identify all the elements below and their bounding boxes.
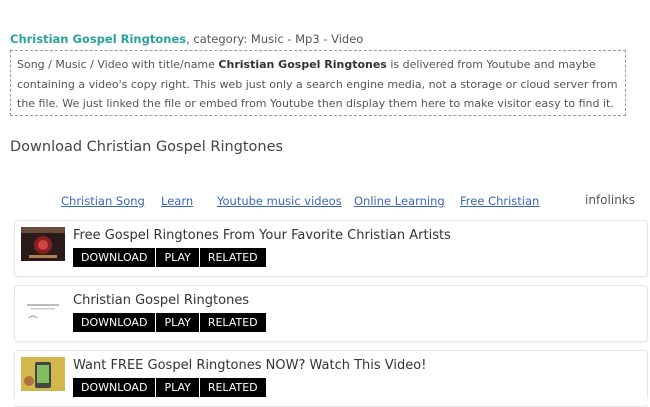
related-button[interactable]: RELATED	[199, 248, 266, 267]
result-card: Free Gospel Ringtones From Your Favorite…	[14, 220, 648, 277]
related-button[interactable]: RELATED	[199, 313, 266, 332]
video-thumbnail[interactable]	[21, 292, 65, 326]
category-line: Christian Gospel Ringtones, category: Mu…	[10, 32, 363, 46]
infolink-learn[interactable]: Learn	[161, 194, 193, 208]
infolink-online-learning[interactable]: Online Learning	[354, 194, 445, 208]
infolinks-logo[interactable]: infolinks	[585, 193, 635, 207]
download-button[interactable]: DOWNLOAD	[73, 378, 156, 397]
action-buttons: DOWNLOAD PLAY RELATED	[73, 246, 267, 267]
infolink-youtube-music-videos[interactable]: Youtube music videos	[217, 194, 342, 208]
description-text-1: Song / Music / Video with title/name	[17, 58, 219, 71]
result-title[interactable]: Want FREE Gospel Ringtones NOW? Watch Th…	[73, 358, 426, 373]
play-button[interactable]: PLAY	[156, 378, 199, 397]
section-heading: Download Christian Gospel Ringtones	[10, 139, 284, 155]
action-buttons: DOWNLOAD PLAY RELATED	[73, 311, 267, 332]
video-thumbnail[interactable]	[21, 357, 65, 391]
truncated-top-text	[0, 0, 650, 14]
play-button[interactable]: PLAY	[156, 248, 199, 267]
infolink-christian-song[interactable]: Christian Song	[61, 194, 145, 208]
play-button[interactable]: PLAY	[156, 313, 199, 332]
description-bold-title: Christian Gospel Ringtones	[218, 58, 387, 71]
page-bottom-edge	[0, 398, 650, 405]
infolink-free-christian[interactable]: Free Christian	[460, 194, 539, 208]
result-title[interactable]: Free Gospel Ringtones From Your Favorite…	[73, 228, 451, 243]
download-button[interactable]: DOWNLOAD	[73, 313, 156, 332]
category-text: , category: Music - Mp3 - Video	[186, 32, 364, 46]
infolinks-bar: Christian Song Learn Youtube music video…	[0, 193, 650, 212]
result-title[interactable]: Christian Gospel Ringtones	[73, 293, 249, 308]
result-card: Christian Gospel Ringtones DOWNLOAD PLAY R…	[14, 285, 648, 342]
download-button[interactable]: DOWNLOAD	[73, 248, 156, 267]
video-thumbnail[interactable]	[21, 227, 65, 261]
action-buttons: DOWNLOAD PLAY RELATED	[73, 376, 267, 397]
related-button[interactable]: RELATED	[199, 378, 266, 397]
title-link[interactable]: Christian Gospel Ringtones	[10, 32, 186, 46]
description-box: Song / Music / Video with title/name Chr…	[10, 50, 626, 116]
